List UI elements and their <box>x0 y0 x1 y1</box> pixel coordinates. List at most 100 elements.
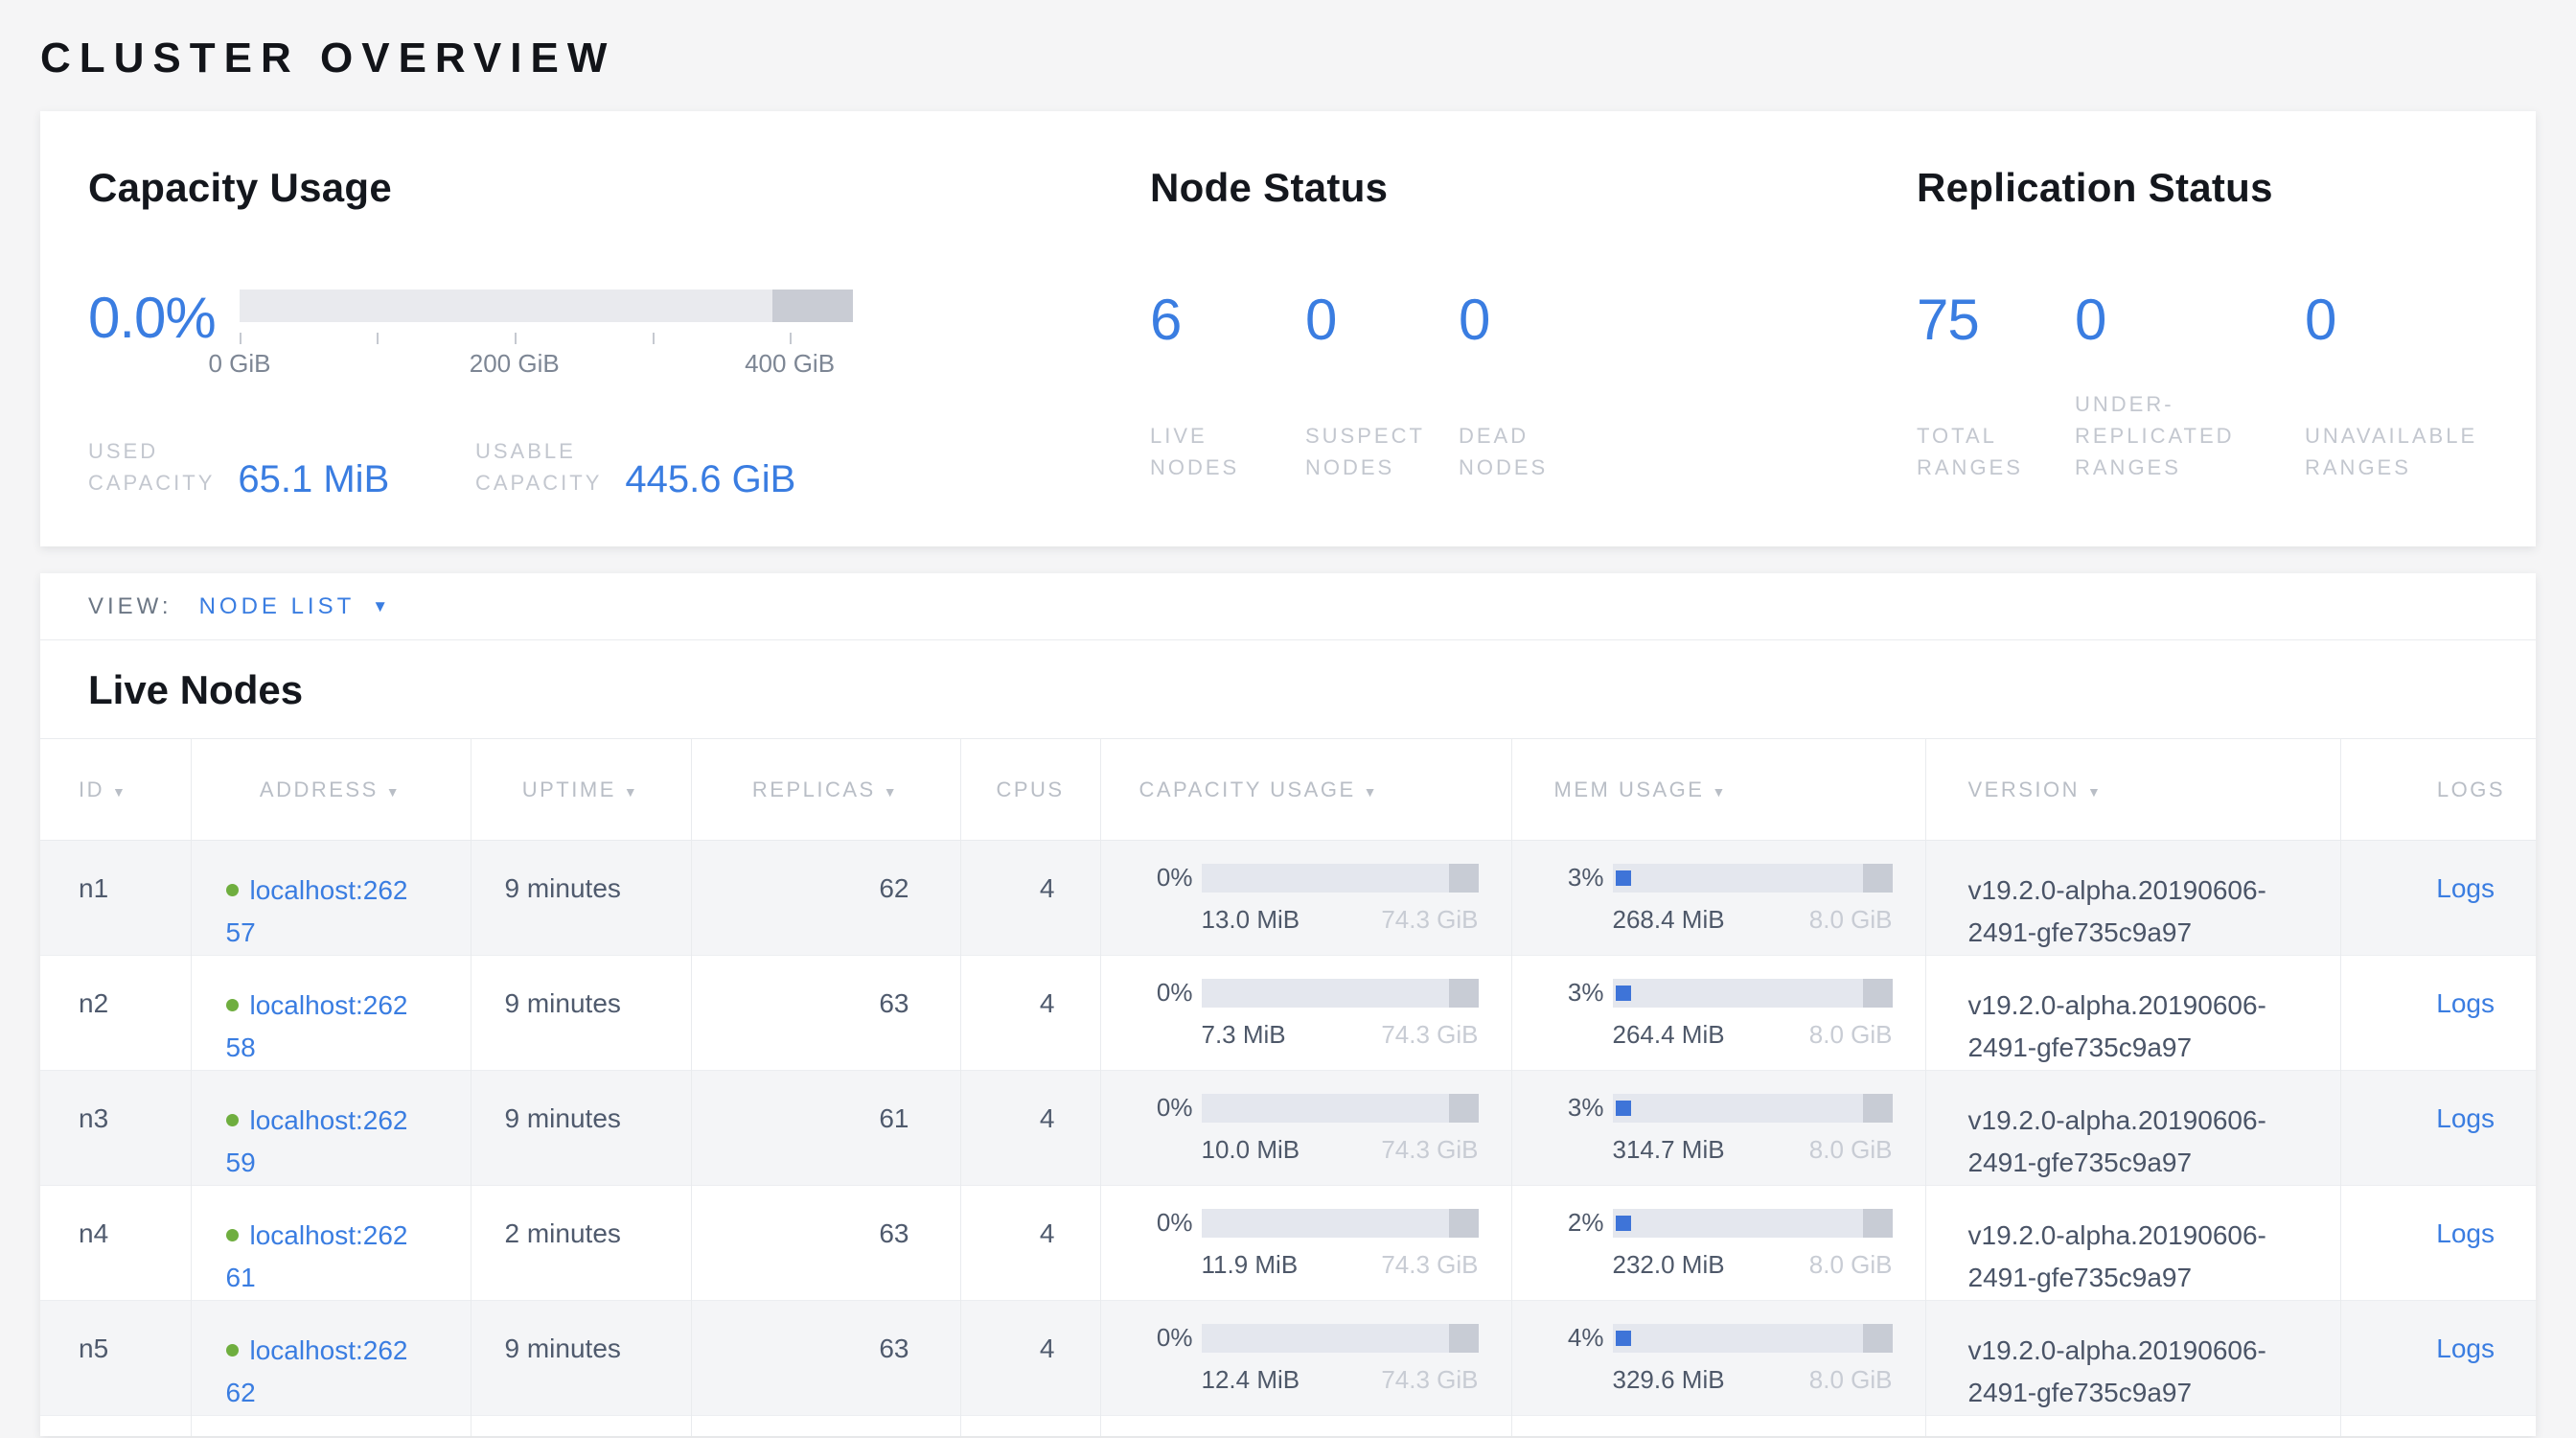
mem-used-segment <box>1616 1101 1631 1116</box>
capacity-usage-cell: 0% 7.3 MiB74.3 GiB <box>1100 956 1511 1071</box>
capacity-used: 10.0 MiB <box>1202 1135 1300 1165</box>
replication-status-section: Replication Status 75 TOTAL RANGES 0 UND… <box>1917 165 2536 546</box>
capacity-total: 74.3 GiB <box>1381 1250 1478 1280</box>
mem-used: 268.4 MiB <box>1613 905 1725 935</box>
usable-capacity-label: USABLE CAPACITY <box>475 435 602 499</box>
node-replicas: 63 <box>691 956 960 1071</box>
mem-percent: 2% <box>1551 1208 1604 1238</box>
mem-used-segment <box>1616 1216 1631 1231</box>
logs-cell: Logs <box>2340 1301 2536 1416</box>
capacity-usage-heading: Capacity Usage <box>88 165 1150 211</box>
mem-usage-cell: 3% 268.4 MiB8.0 GiB <box>1511 841 1925 956</box>
axis-label-0: 0 GiB <box>208 349 270 379</box>
node-address-link[interactable]: localhost:26259 <box>226 1105 408 1177</box>
total-ranges-stat: 75 TOTAL RANGES <box>1917 291 2075 483</box>
capacity-bar <box>1202 1209 1479 1238</box>
logs-cell: Logs <box>2340 956 2536 1071</box>
capacity-percent: 0% <box>1139 863 1193 893</box>
mem-used: 264.4 MiB <box>1613 1020 1725 1050</box>
node-id: n2 <box>40 956 191 1071</box>
node-replicas: 63 <box>691 1186 960 1301</box>
used-capacity-value: 65.1 MiB <box>238 460 389 499</box>
chevron-down-icon: ▼ <box>372 598 388 615</box>
table-row-partial <box>40 1416 2536 1437</box>
capacity-total: 74.3 GiB <box>1381 1135 1478 1165</box>
mem-percent: 3% <box>1551 978 1604 1008</box>
node-address-link[interactable]: localhost:26262 <box>226 1335 408 1407</box>
under-replicated-ranges-value: 0 <box>2075 291 2305 349</box>
node-id: n4 <box>40 1186 191 1301</box>
live-nodes-table: ID▼ ADDRESS▼ UPTIME▼ REPLICAS▼ CPUS <box>40 738 2536 1436</box>
column-header-mem-usage[interactable]: MEM USAGE▼ <box>1511 739 1925 841</box>
capacity-usage-section: Capacity Usage 0.0% 0 GiB <box>88 165 1150 546</box>
capacity-bar-track <box>240 290 853 322</box>
node-address-cell: localhost:26261 <box>191 1186 471 1301</box>
capacity-percent: 0% <box>1139 1323 1193 1353</box>
node-address-link[interactable]: localhost:26261 <box>226 1220 408 1292</box>
node-id: n3 <box>40 1071 191 1186</box>
node-address-link[interactable]: localhost:26257 <box>226 875 408 947</box>
column-header-logs: LOGS <box>2340 739 2536 841</box>
node-address-link[interactable]: localhost:26258 <box>226 990 408 1062</box>
logs-link[interactable]: Logs <box>2436 988 2495 1018</box>
mem-used-segment <box>1616 986 1631 1001</box>
node-version: v19.2.0-alpha.20190606-2491-gfe735c9a97 <box>1925 1301 2340 1416</box>
mem-percent: 4% <box>1551 1323 1604 1353</box>
node-cpus: 4 <box>960 1301 1100 1416</box>
node-cpus: 4 <box>960 956 1100 1071</box>
suspect-nodes-stat: 0 SUSPECT NODES <box>1305 291 1459 483</box>
logs-link[interactable]: Logs <box>2436 1103 2495 1133</box>
view-selector-dropdown[interactable]: NODE LIST ▼ <box>199 593 389 620</box>
mem-usage-cell: 4% 329.6 MiB8.0 GiB <box>1511 1301 1925 1416</box>
capacity-total: 74.3 GiB <box>1381 1020 1478 1050</box>
table-row: n1 localhost:26257 9 minutes 62 4 0% 13.… <box>40 841 2536 956</box>
mem-percent: 3% <box>1551 863 1604 893</box>
column-header-capacity-usage[interactable]: CAPACITY USAGE▼ <box>1100 739 1511 841</box>
mem-usage-cell: 3% 264.4 MiB8.0 GiB <box>1511 956 1925 1071</box>
column-header-id[interactable]: ID▼ <box>40 739 191 841</box>
live-nodes-label: LIVE NODES <box>1150 420 1305 483</box>
capacity-used: 13.0 MiB <box>1202 905 1300 935</box>
axis-label-400: 400 GiB <box>745 349 835 379</box>
logs-link[interactable]: Logs <box>2436 1218 2495 1248</box>
dead-nodes-label: DEAD NODES <box>1459 420 1548 483</box>
logs-link[interactable]: Logs <box>2436 1334 2495 1363</box>
node-address-cell: localhost:26258 <box>191 956 471 1071</box>
column-header-replicas[interactable]: REPLICAS▼ <box>691 739 960 841</box>
mem-used: 329.6 MiB <box>1613 1365 1725 1395</box>
mem-used: 314.7 MiB <box>1613 1135 1725 1165</box>
node-address-cell: localhost:26259 <box>191 1071 471 1186</box>
capacity-bar <box>1202 979 1479 1008</box>
mem-usage-cell: 2% 232.0 MiB8.0 GiB <box>1511 1186 1925 1301</box>
mem-total: 8.0 GiB <box>1809 1135 1893 1165</box>
node-replicas: 61 <box>691 1071 960 1186</box>
node-version: v19.2.0-alpha.20190606-2491-gfe735c9a97 <box>1925 956 2340 1071</box>
dead-nodes-stat: 0 DEAD NODES <box>1459 291 1548 483</box>
node-version: v19.2.0-alpha.20190606-2491-gfe735c9a97 <box>1925 1186 2340 1301</box>
total-ranges-label: TOTAL RANGES <box>1917 420 2075 483</box>
mem-used-segment <box>1616 870 1631 886</box>
logs-link[interactable]: Logs <box>2436 873 2495 903</box>
capacity-total: 74.3 GiB <box>1381 905 1478 935</box>
unavailable-ranges-value: 0 <box>2305 291 2477 349</box>
mem-bar <box>1613 1209 1893 1238</box>
sort-caret-icon: ▼ <box>112 784 127 800</box>
used-capacity-stat: USED CAPACITY 65.1 MiB <box>88 435 475 499</box>
capacity-summary-bar: 0 GiB 200 GiB 400 GiB <box>240 290 853 380</box>
node-uptime: 9 minutes <box>471 956 691 1071</box>
live-status-dot-icon <box>226 999 239 1011</box>
column-header-address[interactable]: ADDRESS▼ <box>191 739 471 841</box>
sort-caret-icon: ▼ <box>1712 784 1727 800</box>
under-replicated-ranges-label: UNDER- REPLICATED RANGES <box>2075 388 2305 483</box>
capacity-axis-ticks <box>240 333 853 344</box>
sort-caret-icon: ▼ <box>2087 784 2103 800</box>
live-nodes-stat: 6 LIVE NODES <box>1150 291 1305 483</box>
column-header-version[interactable]: VERSION▼ <box>1925 739 2340 841</box>
logs-cell: Logs <box>2340 1186 2536 1301</box>
dead-nodes-value: 0 <box>1459 291 1548 349</box>
node-version: v19.2.0-alpha.20190606-2491-gfe735c9a97 <box>1925 1071 2340 1186</box>
column-header-uptime[interactable]: UPTIME▼ <box>471 739 691 841</box>
usable-capacity-value: 445.6 GiB <box>625 460 795 499</box>
table-row: n5 localhost:26262 9 minutes 63 4 0% 12.… <box>40 1301 2536 1416</box>
node-id: n1 <box>40 841 191 956</box>
